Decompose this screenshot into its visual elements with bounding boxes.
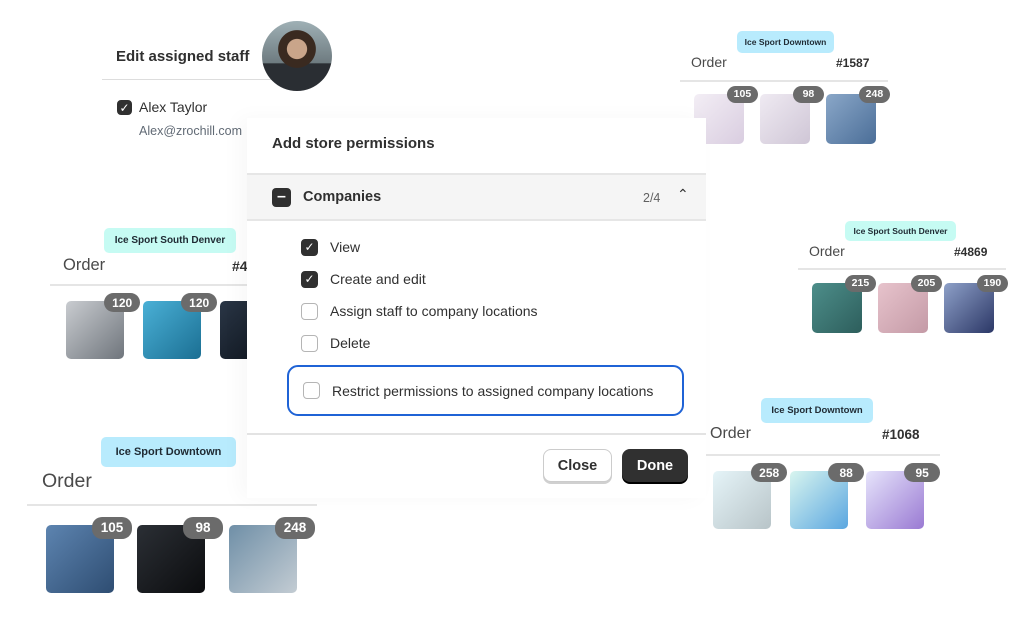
order-label: Order [691,54,727,70]
permission-view[interactable]: ✓ View [301,236,360,258]
close-button[interactable]: Close [543,449,612,482]
quantity-badge: 190 [976,275,1009,292]
quantity-badge: 105 [91,517,133,539]
staff-email: Alex@zrochill.com [139,124,242,138]
done-button[interactable]: Done [622,449,688,482]
section-count: 2/4 [643,191,661,205]
section-label: Companies [303,189,382,205]
checkbox[interactable]: ✓ [301,270,318,288]
order-number: #1587 [836,56,870,70]
quantity-badge: 248 [858,86,891,103]
store-badge: Ice Sport South Denver [845,221,956,241]
checkbox[interactable] [301,334,318,352]
permission-label: Delete [330,335,371,351]
permissions-modal: Add store permissions – Companies 2/4 ⌃ … [247,118,706,498]
edit-staff-title: Edit assigned staff [116,48,250,65]
restrict-label: Restrict permissions to assigned company… [332,382,654,399]
divider [247,433,706,435]
checkbox[interactable] [303,382,320,399]
divider [680,80,888,82]
order-label: Order [809,243,845,259]
divider [27,504,317,506]
companies-section-header[interactable]: – Companies 2/4 ⌃ [247,173,706,221]
checkbox[interactable] [301,302,318,320]
permission-create-edit[interactable]: ✓ Create and edit [301,268,426,290]
avatar [262,21,332,91]
order-number: #4869 [954,245,988,259]
permission-delete[interactable]: Delete [301,332,370,354]
quantity-badge: 248 [274,517,316,539]
indeterminate-checkbox[interactable]: – [272,188,291,207]
quantity-badge: 88 [828,463,865,483]
checkbox[interactable]: ✓ [301,238,318,256]
quantity-badge: 95 [904,463,941,483]
staff-checkbox[interactable]: ✓ [117,100,132,115]
divider [798,268,1006,270]
order-label: Order [63,256,106,274]
divider [705,454,940,456]
quantity-badge: 258 [751,463,788,483]
store-badge: Ice Sport Downtown [101,437,236,467]
permission-label: View [330,239,361,255]
divider [102,79,272,80]
order-label: Order [42,470,92,492]
order-label: Order [710,425,751,442]
quantity-badge: 98 [792,86,825,103]
quantity-badge: 105 [726,86,759,103]
store-badge: Ice Sport South Denver [104,228,236,253]
quantity-badge: 205 [910,275,943,292]
quantity-badge: 120 [104,293,141,313]
order-number: #1068 [882,427,920,442]
modal-title: Add store permissions [272,135,435,152]
staff-name: Alex Taylor [139,99,208,115]
permission-label: Assign staff to company locations [330,303,538,319]
restrict-permissions-option[interactable]: Restrict permissions to assigned company… [287,365,684,416]
chevron-up-icon[interactable]: ⌃ [677,186,689,203]
store-badge: Ice Sport Downtown [737,31,834,53]
divider [50,284,270,286]
permission-assign-staff[interactable]: Assign staff to company locations [301,300,538,322]
quantity-badge: 98 [182,517,224,539]
quantity-badge: 215 [844,275,877,292]
store-badge: Ice Sport Downtown [761,398,873,423]
permission-label: Create and edit [330,271,426,287]
quantity-badge: 120 [181,293,218,313]
